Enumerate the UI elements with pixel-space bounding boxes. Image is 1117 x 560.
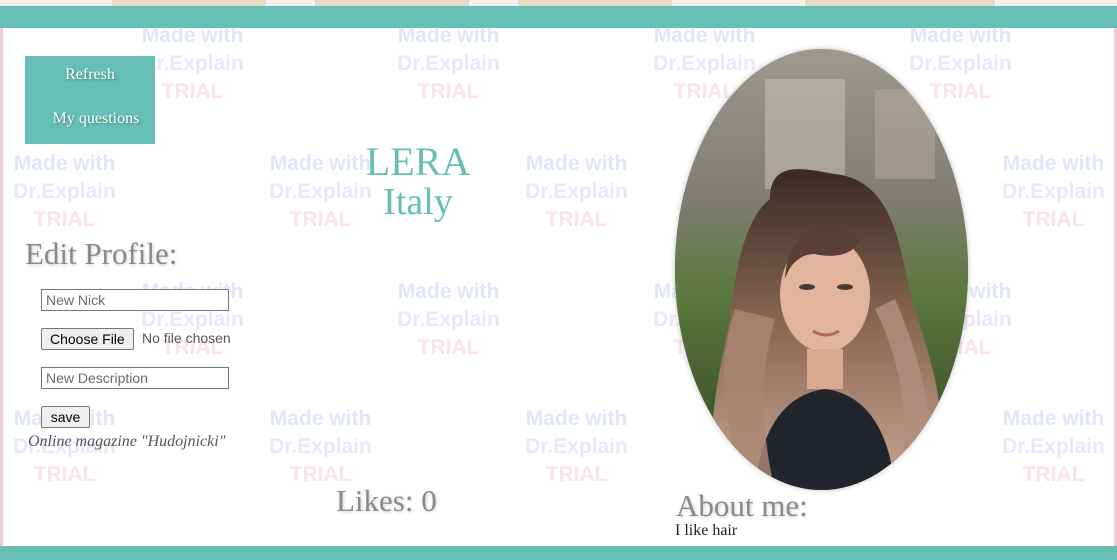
watermark: Made withDr.ExplainTRIAL	[525, 152, 628, 231]
magazine-caption: Online magazine "Hudojnicki"	[28, 433, 226, 450]
watermark: Made withDr.ExplainTRIAL	[269, 407, 372, 486]
my-questions-button[interactable]: My questions	[31, 110, 161, 128]
about-me-title: About me:	[676, 488, 808, 523]
left-edge	[0, 28, 3, 546]
watermark: Made withDr.ExplainTRIAL	[1002, 152, 1105, 231]
likes-counter: Likes: 0	[336, 483, 437, 518]
nav-menu: Refresh My questions	[25, 56, 155, 144]
about-me-text: I like hair	[675, 522, 738, 539]
watermark: Made withDr.ExplainTRIAL	[525, 407, 628, 486]
profile-name: LERA	[365, 139, 471, 184]
watermark: Made withDr.ExplainTRIAL	[13, 152, 116, 231]
edit-profile-title: Edit Profile:	[25, 236, 178, 271]
file-status-text: No file chosen	[142, 330, 231, 346]
profile-country: Italy	[383, 181, 453, 223]
save-button[interactable]: save	[41, 406, 90, 428]
watermark: Made withDr.ExplainTRIAL	[1002, 407, 1105, 486]
profile-photo	[675, 49, 968, 490]
watermark: Made withDr.ExplainTRIAL	[397, 280, 500, 359]
new-description-input[interactable]	[41, 367, 229, 389]
bottom-bar	[0, 546, 1117, 560]
refresh-button[interactable]: Refresh	[25, 66, 155, 84]
choose-file-button[interactable]: Choose File	[41, 328, 134, 350]
portrait-illustration	[675, 49, 968, 490]
new-nick-input[interactable]	[41, 289, 229, 311]
watermark: Made withDr.ExplainTRIAL	[397, 24, 500, 103]
top-bar	[0, 6, 1117, 28]
